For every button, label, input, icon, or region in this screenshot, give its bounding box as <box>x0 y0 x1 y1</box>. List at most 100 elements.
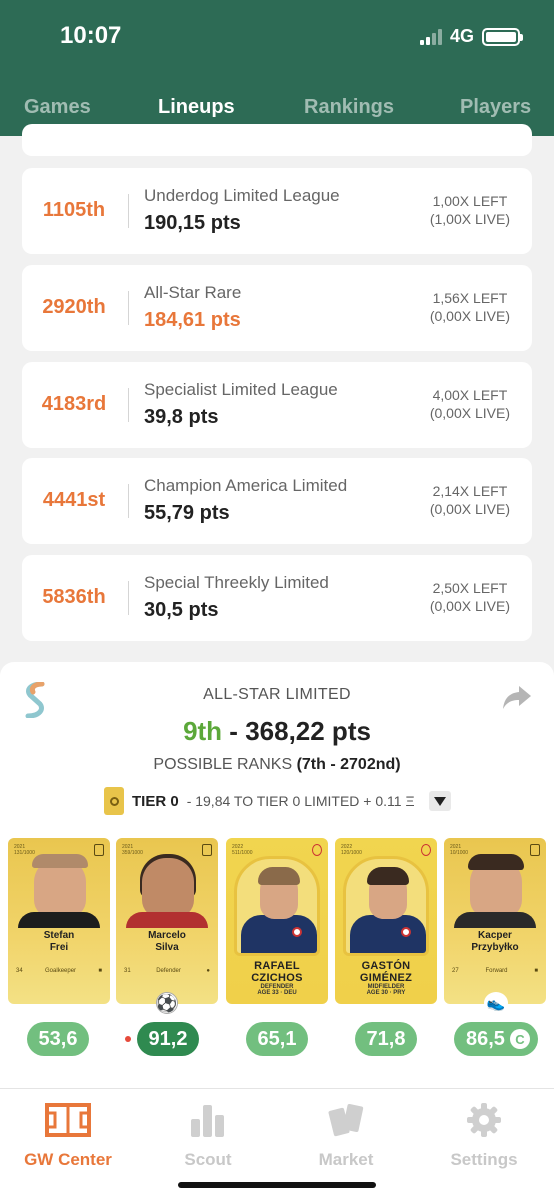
network-label: 4G <box>449 26 474 46</box>
competition-points: 368,22 pts <box>245 716 371 746</box>
nav-market[interactable]: Market <box>286 1103 406 1170</box>
goal-ball-icon <box>156 992 178 1014</box>
nav-gw-center[interactable]: GW Center <box>8 1103 128 1170</box>
player-position: MIDFIELDER AGE 30 · PRY <box>366 984 406 996</box>
multiplier-left: 1,56X LEFT <box>432 290 508 306</box>
rank-position: 5836th <box>42 586 106 608</box>
league-name: Special Threekly Limited <box>144 573 329 592</box>
multiplier-info: 2,14X LEFT (0,00X LIVE) <box>430 482 510 518</box>
club-crest-icon <box>530 844 540 856</box>
captain-badge-icon: C <box>509 1029 530 1049</box>
player-photo <box>343 856 429 956</box>
player-info: 31 Defender ● <box>124 968 210 974</box>
tab-games[interactable]: Games <box>24 96 91 119</box>
tab-rankings[interactable]: Rankings <box>304 96 394 119</box>
possible-ranks-label: POSSIBLE RANKS <box>153 756 293 773</box>
lineup-panel: ALL-STAR LIMITED 9th - 368,22 pts POSSIB… <box>0 662 554 1088</box>
status-time: 10:07 <box>60 22 122 49</box>
player-info: 34 Goalkeeper ■ <box>16 968 102 974</box>
assist-boot-icon: 👟 <box>484 992 508 1014</box>
rank-position: 4183rd <box>41 393 107 415</box>
possible-ranks: POSSIBLE RANKS (7th - 2702nd) <box>0 756 554 774</box>
player-score: 65,1 <box>246 1022 308 1056</box>
player-hair <box>32 854 88 868</box>
league-points: 190,15 pts <box>144 212 241 234</box>
player-score: 91,2 <box>137 1022 199 1056</box>
card-serial: 2021 131/1000 <box>14 844 35 856</box>
player-score-value: 86,5 <box>466 1027 505 1050</box>
rank-position: 1105th <box>42 199 106 221</box>
ranking-card[interactable]: 1105th Underdog Limited League 190,15 pt… <box>22 168 532 254</box>
league-points: 30,5 pts <box>144 599 219 621</box>
bar-chart-icon <box>191 1105 224 1137</box>
ranking-card[interactable]: 4183rd Specialist Limited League 39,8 pt… <box>22 362 532 448</box>
player-card[interactable]: 2022 120/1000 GASTÓN GIMÉNEZ MIDFIELDER AGE… <box>335 838 437 1004</box>
gear-icon <box>467 1103 501 1137</box>
player-hair <box>468 854 524 870</box>
divider <box>128 291 129 325</box>
league-points: 39,8 pts <box>144 406 219 428</box>
player-card[interactable]: 2021 359/1000 Marcelo Silva 31 Defender ● <box>116 838 218 1004</box>
multiplier-live: (1,00X LIVE) <box>429 211 510 227</box>
divider <box>128 388 129 422</box>
multiplier-left: 2,14X LEFT <box>432 483 508 499</box>
nav-settings[interactable]: Settings <box>424 1103 544 1170</box>
tier-row: TIER 0 - 19,84 TO TIER 0 LIMITED + 0.11 … <box>104 786 451 816</box>
card-serial: 2021 359/1000 <box>122 844 143 856</box>
multiplier-live: (0,00X LIVE) <box>429 308 510 324</box>
multiplier-info: 1,56X LEFT (0,00X LIVE) <box>430 289 510 325</box>
league-name: All-Star Rare <box>144 283 242 302</box>
signal-icon <box>419 28 442 45</box>
possible-ranks-range: (7th - 2702nd) <box>296 756 401 773</box>
ranking-card[interactable]: 4441st Champion America Limited 55,79 pt… <box>22 458 532 544</box>
nav-label: Settings <box>450 1150 518 1169</box>
multiplier-left: 1,00X LEFT <box>432 193 508 209</box>
competition-rank: 9th <box>183 716 223 746</box>
league-name: Champion America Limited <box>144 476 348 495</box>
app-header: 10:07 4G Games Lineups Rankings Players <box>0 0 554 136</box>
player-score: 86,5 C <box>454 1022 538 1056</box>
player-shirt <box>18 912 100 928</box>
player-photo <box>142 858 194 918</box>
tier-label: TIER 0 <box>132 792 179 810</box>
tier-dropdown-button[interactable] <box>428 791 451 811</box>
league-name: Underdog Limited League <box>144 186 340 205</box>
pitch-icon <box>45 1103 91 1137</box>
ranking-card[interactable]: 5836th Special Threekly Limited 30,5 pts… <box>22 555 532 641</box>
tier-note: - 19,84 TO TIER 0 LIMITED + 0.11 Ξ <box>186 793 415 809</box>
player-card[interactable]: 2021 131/1000 Stefan Frei 34 Goalkeeper ■ <box>8 838 110 1004</box>
nav-scout[interactable]: Scout <box>148 1103 268 1170</box>
status-indicators: 4G <box>419 26 523 47</box>
player-name: GASTÓN GIMÉNEZ <box>359 960 413 984</box>
player-card[interactable]: 2022 511/1000 RAFAEL CZICHOS DEFENDER AGE 3… <box>226 838 328 1004</box>
competition-score: 9th - 368,22 pts <box>0 716 554 747</box>
competition-title: ALL-STAR LIMITED <box>203 686 351 703</box>
multiplier-left: 2,50X LEFT <box>432 580 508 596</box>
multiplier-info: 1,00X LEFT (1,00X LIVE) <box>430 192 510 228</box>
card-serial: 2022 511/1000 <box>232 844 253 856</box>
multiplier-left: 4,00X LEFT <box>432 387 508 403</box>
player-card[interactable]: 2021 10/1000 Kacper Przybyłko 27 Forward ■ <box>444 838 546 1004</box>
league-name: Specialist Limited League <box>144 380 338 399</box>
tab-lineups[interactable]: Lineups <box>158 96 235 119</box>
club-crest-icon <box>94 844 104 856</box>
ranking-card-partial[interactable] <box>22 124 532 156</box>
player-score: 53,6 <box>27 1022 89 1056</box>
player-photo <box>234 856 320 956</box>
ranking-card[interactable]: 2920th All-Star Rare 184,61 pts 1,56X LE… <box>22 265 532 351</box>
player-name: RAFAEL CZICHOS <box>251 960 303 984</box>
player-shirt <box>126 912 208 928</box>
card-serial: 2021 10/1000 <box>450 844 469 856</box>
multiplier-info: 2,50X LEFT (0,00X LIVE) <box>430 579 510 615</box>
card-serial: 2022 120/1000 <box>341 844 362 856</box>
club-crest-icon <box>202 844 212 856</box>
club-crest-icon <box>421 844 431 856</box>
divider <box>128 484 129 518</box>
player-name: Marcelo Silva <box>148 930 186 953</box>
home-indicator[interactable] <box>178 1182 376 1188</box>
player-info: 27 Forward ■ <box>452 968 538 974</box>
league-points: 184,61 pts <box>144 309 241 331</box>
player-name: Kacper Przybyłko <box>471 930 519 953</box>
tab-players[interactable]: Players <box>460 96 531 119</box>
player-name: Stefan Frei <box>43 930 75 953</box>
